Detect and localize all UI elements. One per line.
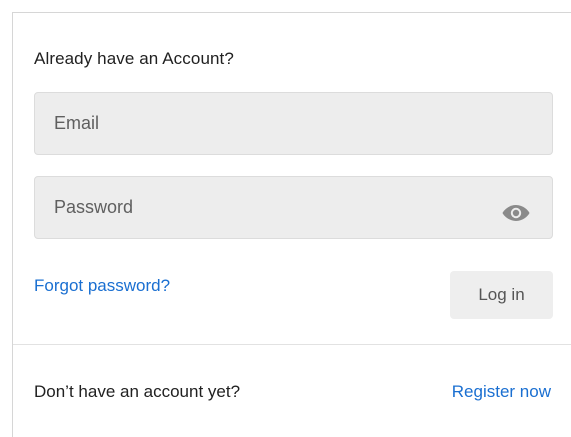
- form-heading: Already have an Account?: [34, 49, 234, 68]
- divider: [13, 344, 571, 345]
- register-now-link[interactable]: Register now: [452, 382, 551, 402]
- password-field-container: [34, 176, 553, 239]
- forgot-password-link[interactable]: Forgot password?: [34, 276, 170, 296]
- no-account-text: Don’t have an account yet?: [34, 382, 241, 401]
- eye-icon[interactable]: [501, 203, 531, 223]
- password-field[interactable]: [35, 177, 552, 238]
- email-field-container: [34, 92, 553, 155]
- login-card: Already have an Account? Forgot password…: [12, 12, 571, 437]
- login-button[interactable]: Log in: [450, 271, 553, 319]
- email-field[interactable]: [35, 93, 552, 154]
